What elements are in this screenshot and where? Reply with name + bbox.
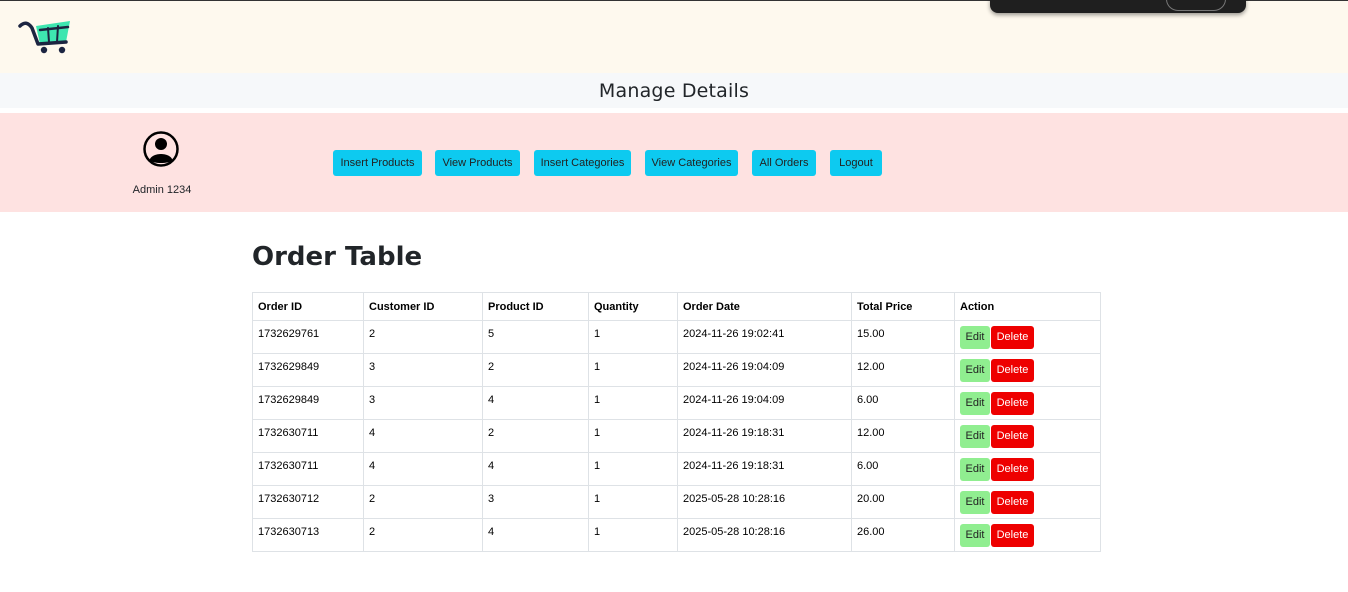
total-price-cell: 6.00 <box>851 386 955 420</box>
table-row: 1732629849 3 4 1 2024-11-26 19:04:09 6.0… <box>252 386 1101 420</box>
page-title: Manage Details <box>598 80 750 102</box>
table-row: 1732630712 2 3 1 2025-05-28 10:28:16 20.… <box>252 485 1101 519</box>
order-id-cell: 1732630711 <box>252 419 364 453</box>
table-row: 1732630711 4 4 1 2024-11-26 19:18:31 6.0… <box>252 452 1101 486</box>
edit-button[interactable]: Edit <box>960 491 990 514</box>
total-price-cell: 15.00 <box>851 320 955 354</box>
top-navbar <box>0 0 1348 73</box>
quantity-cell: 1 <box>588 419 678 453</box>
order-date-cell: 2024-11-26 19:04:09 <box>677 386 852 420</box>
edit-button[interactable]: Edit <box>960 524 990 547</box>
product-id-cell: 4 <box>482 452 589 486</box>
quantity-cell: 1 <box>588 386 678 420</box>
quantity-cell: 1 <box>588 320 678 354</box>
action-cell: Edit Delete <box>954 320 1101 354</box>
order-id-cell: 1732629849 <box>252 386 364 420</box>
shopping-cart-icon[interactable] <box>18 18 78 56</box>
action-cell: Edit Delete <box>954 518 1101 552</box>
customer-id-cell: 3 <box>363 353 483 387</box>
table-row: 1732630711 4 2 1 2024-11-26 19:18:31 12.… <box>252 419 1101 453</box>
insert-products-button[interactable]: Insert Products <box>333 150 422 176</box>
product-id-cell: 4 <box>482 518 589 552</box>
product-id-cell: 2 <box>482 419 589 453</box>
column-header: Order Date <box>677 292 852 321</box>
edit-button[interactable]: Edit <box>960 458 990 481</box>
order-date-cell: 2024-11-26 19:02:41 <box>677 320 852 354</box>
quantity-cell: 1 <box>588 452 678 486</box>
quantity-cell: 1 <box>588 518 678 552</box>
insert-categories-button[interactable]: Insert Categories <box>534 150 631 176</box>
table-row: 1732629849 3 2 1 2024-11-26 19:04:09 12.… <box>252 353 1101 387</box>
edit-button[interactable]: Edit <box>960 326 990 349</box>
order-id-cell: 1732629761 <box>252 320 364 354</box>
table-row: 1732629761 2 5 1 2024-11-26 19:02:41 15.… <box>252 320 1101 354</box>
view-products-button[interactable]: View Products <box>435 150 520 176</box>
customer-id-cell: 2 <box>363 518 483 552</box>
delete-button[interactable]: Delete <box>991 524 1034 547</box>
order-table-title: Order Table <box>252 242 423 272</box>
customer-id-cell: 2 <box>363 320 483 354</box>
manage-details-bar: Manage Details <box>0 73 1348 108</box>
delete-button[interactable]: Delete <box>991 458 1034 481</box>
logout-button[interactable]: Logout <box>830 150 882 176</box>
delete-button[interactable]: Delete <box>991 491 1034 514</box>
order-id-cell: 1732630711 <box>252 452 364 486</box>
column-header: Customer ID <box>363 292 483 321</box>
column-header: Action <box>954 292 1101 321</box>
order-id-cell: 1732630713 <box>252 518 364 552</box>
order-date-cell: 2024-11-26 19:04:09 <box>677 353 852 387</box>
column-header: Product ID <box>482 292 589 321</box>
product-id-cell: 3 <box>482 485 589 519</box>
column-header: Order ID <box>252 292 364 321</box>
order-date-cell: 2024-11-26 19:18:31 <box>677 419 852 453</box>
quantity-cell: 1 <box>588 485 678 519</box>
action-cell: Edit Delete <box>954 386 1101 420</box>
action-cell: Edit Delete <box>954 452 1101 486</box>
column-header: Quantity <box>588 292 678 321</box>
all-orders-button[interactable]: All Orders <box>752 150 816 176</box>
overlay-popup-pill[interactable] <box>1166 0 1226 11</box>
delete-button[interactable]: Delete <box>991 425 1034 448</box>
total-price-cell: 6.00 <box>851 452 955 486</box>
edit-button[interactable]: Edit <box>960 392 990 415</box>
table-header-row: Order ID Customer ID Product ID Quantity… <box>252 292 1101 321</box>
order-id-cell: 1732630712 <box>252 485 364 519</box>
delete-button[interactable]: Delete <box>991 326 1034 349</box>
action-cell: Edit Delete <box>954 485 1101 519</box>
order-date-cell: 2024-11-26 19:18:31 <box>677 452 852 486</box>
customer-id-cell: 4 <box>363 452 483 486</box>
delete-button[interactable]: Delete <box>991 392 1034 415</box>
total-price-cell: 26.00 <box>851 518 955 552</box>
user-circle-icon <box>143 131 179 167</box>
quantity-cell: 1 <box>588 353 678 387</box>
view-categories-button[interactable]: View Categories <box>645 150 738 176</box>
order-date-cell: 2025-05-28 10:28:16 <box>677 485 852 519</box>
product-id-cell: 2 <box>482 353 589 387</box>
delete-button[interactable]: Delete <box>991 359 1034 382</box>
table-row: 1732630713 2 4 1 2025-05-28 10:28:16 26.… <box>252 518 1101 552</box>
admin-panel-bar: Admin 1234 Insert Products View Products… <box>0 113 1348 212</box>
customer-id-cell: 2 <box>363 485 483 519</box>
browser-overlay-popup <box>990 0 1246 13</box>
total-price-cell: 12.00 <box>851 353 955 387</box>
order-table: Order ID Customer ID Product ID Quantity… <box>252 292 1101 552</box>
customer-id-cell: 3 <box>363 386 483 420</box>
action-cell: Edit Delete <box>954 353 1101 387</box>
action-cell: Edit Delete <box>954 419 1101 453</box>
product-id-cell: 5 <box>482 320 589 354</box>
order-id-cell: 1732629849 <box>252 353 364 387</box>
total-price-cell: 20.00 <box>851 485 955 519</box>
product-id-cell: 4 <box>482 386 589 420</box>
edit-button[interactable]: Edit <box>960 425 990 448</box>
admin-name: Admin 1234 <box>132 184 192 196</box>
edit-button[interactable]: Edit <box>960 359 990 382</box>
customer-id-cell: 4 <box>363 419 483 453</box>
order-date-cell: 2025-05-28 10:28:16 <box>677 518 852 552</box>
column-header: Total Price <box>851 292 955 321</box>
total-price-cell: 12.00 <box>851 419 955 453</box>
